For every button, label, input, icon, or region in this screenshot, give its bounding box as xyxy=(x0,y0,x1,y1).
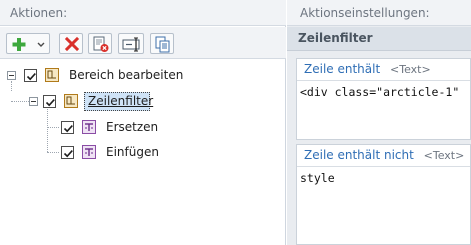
line-filter-icon xyxy=(64,94,78,108)
tree-node-label: Ersetzen xyxy=(106,120,159,134)
tree-node-einfuegen[interactable]: Einfügen xyxy=(0,143,286,161)
section-title-label: Zeilenfilter xyxy=(298,31,373,45)
line-contains-panel: Zeile enthält <Text> <div class="arcticl… xyxy=(296,58,471,140)
actions-header-label: Aktionen: xyxy=(10,6,68,20)
copy-button[interactable] xyxy=(150,33,174,54)
settings-header: Aktionseinstellungen: xyxy=(287,0,471,26)
text-action-icon xyxy=(82,120,96,134)
text-cursor-icon xyxy=(122,37,140,52)
checkmark-icon xyxy=(63,150,73,158)
delete-action-button[interactable] xyxy=(59,33,83,54)
plus-icon xyxy=(12,38,45,51)
document-delete-icon xyxy=(93,36,109,52)
line-not-contains-hint: <Text> xyxy=(423,149,465,162)
settings-pane: Aktionseinstellungen: Zeilenfilter Zeile… xyxy=(287,0,471,245)
checkmark-icon xyxy=(45,99,55,107)
tree-node-zeilenfilter[interactable]: Zeilenfilter xyxy=(0,92,286,110)
line-contains-title: Zeile enthält <Text> xyxy=(297,59,470,81)
line-not-contains-label: Zeile enthält nicht xyxy=(304,148,414,162)
text-action-icon xyxy=(82,145,96,159)
range-edit-icon xyxy=(45,68,59,82)
checkmark-icon xyxy=(63,125,73,133)
line-contains-label: Zeile enthält xyxy=(304,62,381,76)
settings-header-label: Aktionseinstellungen: xyxy=(300,6,430,20)
node-checkbox[interactable] xyxy=(61,121,74,134)
copy-icon xyxy=(155,36,170,53)
rename-button[interactable] xyxy=(118,33,144,54)
collapse-toggle[interactable] xyxy=(7,71,16,80)
line-not-contains-title: Zeile enthält nicht <Text> xyxy=(297,145,470,167)
line-contains-input[interactable]: <div class="arcticle-1" xyxy=(300,85,459,99)
tree-node-label: Bereich bearbeiten xyxy=(69,68,184,82)
line-not-contains-input[interactable]: style xyxy=(300,171,335,185)
actions-pane: Aktionen: Bereich bearbeiten Zeilenfilte… xyxy=(0,0,286,245)
tree-node-root[interactable]: Bereich bearbeiten xyxy=(0,66,286,84)
actions-toolbar xyxy=(0,27,286,59)
delete-all-button[interactable] xyxy=(88,33,112,54)
collapse-toggle[interactable] xyxy=(29,97,38,106)
actions-header: Aktionen: xyxy=(0,0,286,26)
node-checkbox[interactable] xyxy=(61,146,74,159)
tree-node-label: Einfügen xyxy=(106,145,159,159)
checkmark-icon xyxy=(26,73,36,81)
node-checkbox[interactable] xyxy=(24,69,37,82)
tree-node-label: Zeilenfilter xyxy=(88,94,154,108)
line-contains-hint: <Text> xyxy=(390,63,431,76)
red-x-icon xyxy=(64,36,80,52)
tree-node-ersetzen[interactable]: Ersetzen xyxy=(0,118,286,136)
node-checkbox[interactable] xyxy=(43,95,56,108)
line-not-contains-panel: Zeile enthält nicht <Text> style xyxy=(296,144,471,245)
add-action-button[interactable] xyxy=(6,33,50,54)
section-title: Zeilenfilter xyxy=(287,27,471,51)
